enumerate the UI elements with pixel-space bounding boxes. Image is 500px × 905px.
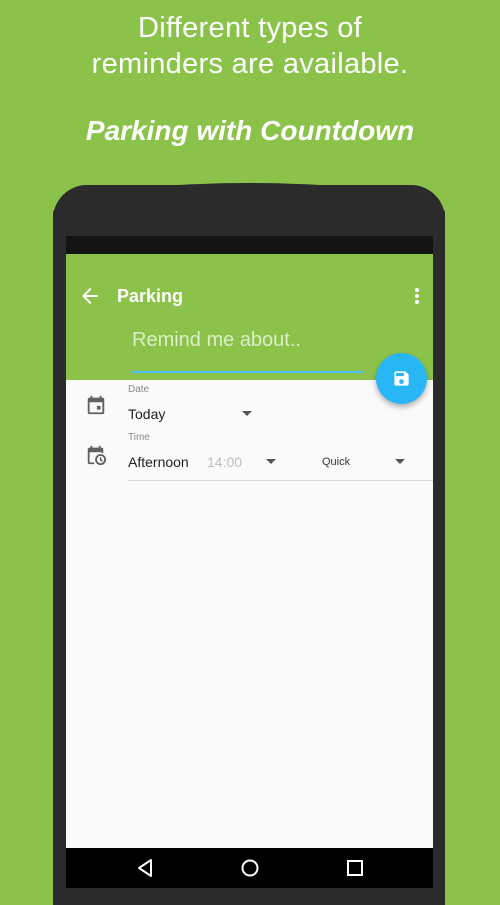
promo-subheadline: Parking with Countdown (85, 115, 415, 146)
time-divider (128, 480, 433, 481)
back-button[interactable] (78, 284, 102, 308)
time-mode-dropdown[interactable]: Quick (322, 448, 408, 474)
time-dropdown[interactable]: Afternoon 14:00 (128, 448, 278, 474)
navigation-bar (66, 848, 433, 888)
time-label: Time (128, 432, 150, 443)
nav-back-icon[interactable] (136, 858, 154, 878)
remind-me-input[interactable] (132, 326, 363, 354)
arrow-back-icon (82, 288, 98, 304)
promo-headline-line2: reminders are available. (91, 48, 409, 80)
app-bar: Parking (66, 254, 433, 380)
phone-screen: Parking Date Today Time Afternoon 14: (66, 236, 433, 888)
more-vert-icon (415, 288, 419, 304)
overflow-menu-button[interactable] (409, 284, 425, 308)
save-icon (394, 371, 409, 386)
time-clock-value: 14:00 (207, 454, 243, 470)
time-mode-value: Quick (322, 456, 351, 468)
promo-headline-line1: Different types of (137, 12, 363, 44)
date-value: Today (128, 406, 166, 422)
page-title: Parking (117, 286, 184, 306)
time-period-value: Afternoon (128, 454, 189, 470)
nav-recents-icon[interactable] (346, 858, 364, 878)
promo-headline: Different types of reminders are availab… (0, 10, 500, 82)
date-label: Date (128, 384, 150, 395)
time-mode-caret-icon (395, 459, 405, 464)
save-button[interactable] (376, 353, 427, 404)
calendar-icon (87, 395, 105, 415)
calendar-clock-icon (87, 445, 107, 466)
date-dropdown[interactable]: Today (128, 400, 256, 424)
time-dropdown-caret-icon (266, 459, 276, 464)
date-dropdown-caret-icon (242, 411, 252, 416)
nav-home-icon[interactable] (240, 858, 260, 878)
remind-input-underline (132, 371, 364, 373)
status-bar (66, 236, 433, 254)
